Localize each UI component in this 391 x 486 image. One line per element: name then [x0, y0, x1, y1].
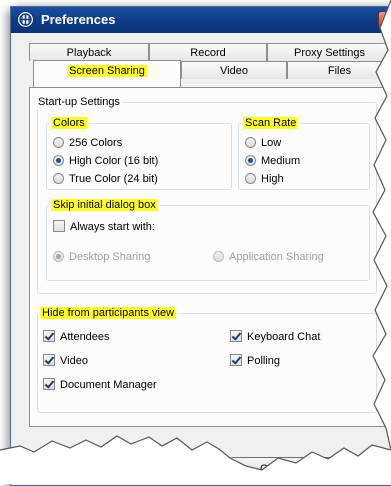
colors-title: Colors — [49, 117, 89, 130]
hide-keyboard-chat-checkbox[interactable]: Keyboard Chat — [230, 330, 320, 344]
checkbox-label: Attendees — [60, 331, 110, 343]
tab-label: Proxy Settings — [294, 47, 365, 59]
hide-document-manager-checkbox[interactable]: Document Manager — [43, 378, 157, 392]
title-bar[interactable]: Preferences x — [11, 7, 391, 33]
tab-video[interactable]: Video — [181, 61, 287, 79]
radio-icon — [245, 173, 256, 184]
scan-rate-option-low[interactable]: Low — [245, 136, 281, 150]
option-label: High Color (16 bit) — [69, 155, 159, 167]
scan-rate-group: Scan Rate Low Medium High — [238, 117, 370, 190]
screen-sharing-panel: Start-up Settings Colors 256 Colors High… — [29, 87, 391, 427]
scan-rate-title: Scan Rate — [241, 117, 301, 130]
option-label: True Color (24 bit) — [69, 173, 158, 185]
scan-rate-option-high[interactable]: High — [245, 172, 284, 186]
hide-from-participants-group: Hide from participants view Attendees Ke… — [37, 307, 377, 413]
cancel-button[interactable]: Cancel — [313, 457, 389, 479]
tab-label: Playback — [66, 47, 112, 59]
radio-icon — [53, 173, 64, 184]
hide-title-text: Hide from participants view — [40, 307, 177, 319]
hide-polling-checkbox[interactable]: Polling — [230, 354, 280, 368]
tab-label: Record — [190, 47, 226, 59]
option-label: Low — [261, 137, 282, 149]
tab-record[interactable]: Record — [149, 43, 267, 61]
hide-attendees-checkbox[interactable]: Attendees — [43, 330, 110, 344]
colors-title-text: Colors — [51, 117, 87, 129]
tab-label: Screen Sharing — [67, 65, 147, 77]
checkbox-label: Always start with: — [70, 221, 155, 233]
colors-option-high[interactable]: High Color (16 bit) — [53, 154, 158, 168]
checkbox-checked-icon — [230, 354, 242, 366]
ok-button[interactable]: OK — [230, 457, 306, 479]
radio-checked-icon — [53, 251, 64, 262]
desktop-sharing-option[interactable]: Desktop Sharing — [53, 250, 150, 264]
tab-files[interactable]: Files — [287, 61, 391, 79]
colors-group: Colors 256 Colors High Color (16 bit) Tr… — [46, 117, 232, 190]
colors-option-true[interactable]: True Color (24 bit) — [53, 172, 158, 186]
startup-settings-title: Start-up Settings — [36, 96, 122, 109]
radio-icon — [53, 137, 64, 148]
tab-label: Files — [327, 65, 352, 77]
checkbox-label: Polling — [247, 355, 281, 367]
tab-label: Video — [220, 65, 248, 77]
hide-video-checkbox[interactable]: Video — [43, 354, 88, 368]
option-label: Desktop Sharing — [69, 251, 151, 263]
always-start-checkbox[interactable]: Always start with: — [53, 220, 155, 234]
scan-rate-option-medium[interactable]: Medium — [245, 154, 300, 168]
checkbox-checked-icon — [43, 354, 55, 366]
hide-title: Hide from participants view — [38, 307, 179, 320]
checkbox-checked-icon — [43, 378, 55, 390]
radio-icon — [213, 251, 224, 262]
skip-dialog-group: Skip initial dialog box Always start wit… — [46, 199, 370, 281]
option-label: High — [261, 173, 284, 185]
tab-proxy-settings[interactable]: Proxy Settings — [267, 43, 391, 61]
option-label: Application Sharing — [229, 251, 324, 263]
app-logo-icon — [17, 11, 34, 28]
close-button[interactable]: x — [378, 11, 391, 29]
scan-rate-title-text: Scan Rate — [243, 117, 299, 129]
skip-dialog-title: Skip initial dialog box — [49, 199, 160, 212]
tab-playback[interactable]: Playback — [29, 43, 149, 61]
checkbox-unchecked-icon — [53, 220, 65, 232]
option-label: 256 Colors — [69, 137, 123, 149]
option-label: Medium — [261, 155, 301, 167]
checkbox-checked-icon — [43, 330, 55, 342]
checkbox-label: Document Manager — [60, 379, 157, 391]
radio-icon — [245, 137, 256, 148]
checkbox-label: Video — [60, 355, 88, 367]
checkbox-label: Keyboard Chat — [247, 331, 321, 343]
checkbox-checked-icon — [230, 330, 242, 342]
tab-screen-sharing[interactable]: Screen Sharing — [33, 60, 181, 87]
radio-checked-icon — [245, 155, 256, 166]
startup-settings-group: Start-up Settings Colors 256 Colors High… — [36, 96, 377, 294]
tab-strip: Playback Record Proxy Settings Screen Sh… — [29, 43, 391, 87]
colors-option-256[interactable]: 256 Colors — [53, 136, 122, 150]
application-sharing-option[interactable]: Application Sharing — [213, 250, 324, 264]
skip-dialog-title-text: Skip initial dialog box — [51, 199, 158, 211]
preferences-dialog: Preferences x Playback Record Proxy Sett… — [10, 6, 391, 486]
radio-checked-icon — [53, 155, 64, 166]
window-title: Preferences — [41, 12, 116, 27]
